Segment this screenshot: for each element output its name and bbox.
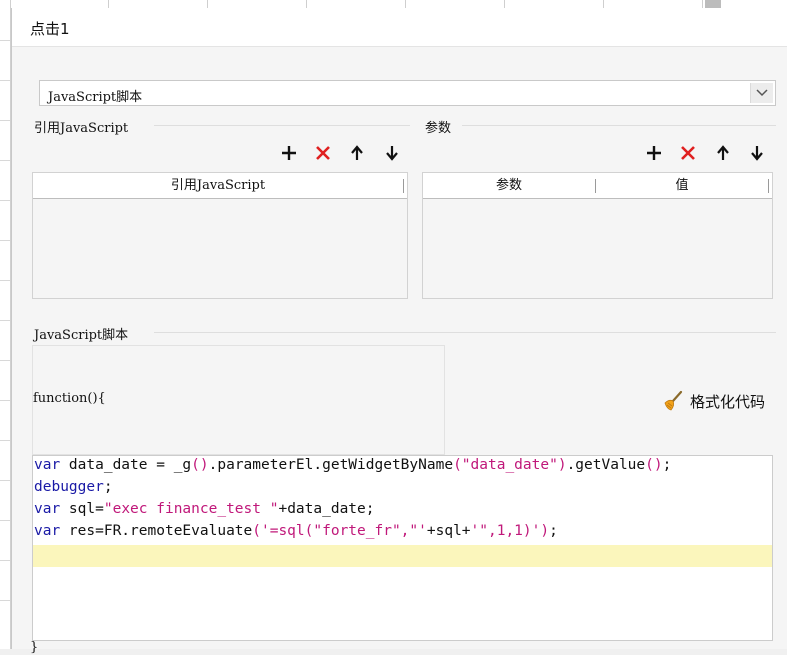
script-section-label: JavaScript脚本	[34, 328, 129, 343]
refs-table: 引用JavaScript	[32, 172, 408, 299]
code-line-1: var data_date = _g().parameterEl.getWidg…	[34, 457, 672, 473]
params-delete-icon[interactable]	[677, 142, 699, 164]
format-code-label: 格式化代码	[690, 392, 766, 411]
code-editor[interactable]: var data_date = _g().parameterEl.getWidg…	[32, 455, 773, 641]
refs-divider	[154, 125, 410, 126]
event-dialog: 点击1 JavaScript脚本 引用JavaScript 引用JavaScri…	[11, 8, 787, 655]
function-closing-brace: }	[30, 640, 39, 655]
params-move-down-icon[interactable]	[746, 142, 768, 164]
refs-table-header: 引用JavaScript	[33, 173, 407, 199]
refs-move-down-icon[interactable]	[381, 142, 403, 164]
script-type-select[interactable]: JavaScript脚本	[39, 80, 776, 106]
code-line-2: debugger;	[34, 479, 113, 495]
script-divider	[154, 332, 776, 333]
broom-icon	[664, 390, 683, 411]
code-line-3: var sql="exec finance_test "+data_date;	[34, 501, 375, 517]
refs-delete-icon[interactable]	[312, 142, 334, 164]
params-divider	[462, 125, 776, 126]
refs-table-body[interactable]	[33, 201, 407, 298]
grid-scroll-thumb	[705, 0, 721, 8]
params-section-label: 参数	[425, 121, 452, 136]
code-line-4: var res=FR.remoteEvaluate('=sql("forte_f…	[34, 523, 558, 539]
format-code-button[interactable]: 格式化代码	[662, 390, 765, 412]
current-line-highlight	[33, 545, 772, 567]
dialog-title: 点击1	[30, 20, 70, 38]
row-header-strip	[0, 0, 11, 649]
refs-move-up-icon[interactable]	[346, 142, 368, 164]
dialog-title-bar: 点击1	[12, 8, 787, 47]
params-column-header-value[interactable]: 值	[596, 173, 768, 199]
params-move-up-icon[interactable]	[712, 142, 734, 164]
refs-section-label: 引用JavaScript	[34, 121, 129, 136]
refs-column-header[interactable]: 引用JavaScript	[33, 173, 403, 199]
params-table: 参数 值	[422, 172, 773, 299]
params-table-body[interactable]	[423, 201, 772, 298]
column-divider	[768, 179, 769, 193]
function-header: function(){	[33, 391, 106, 406]
params-table-header: 参数 值	[423, 173, 772, 199]
column-divider	[403, 179, 404, 193]
refs-add-icon[interactable]	[278, 142, 300, 164]
chevron-down-icon[interactable]	[750, 83, 773, 103]
params-column-header-name[interactable]: 参数	[423, 173, 595, 199]
script-type-value: JavaScript脚本	[48, 90, 143, 105]
params-add-icon[interactable]	[643, 142, 665, 164]
